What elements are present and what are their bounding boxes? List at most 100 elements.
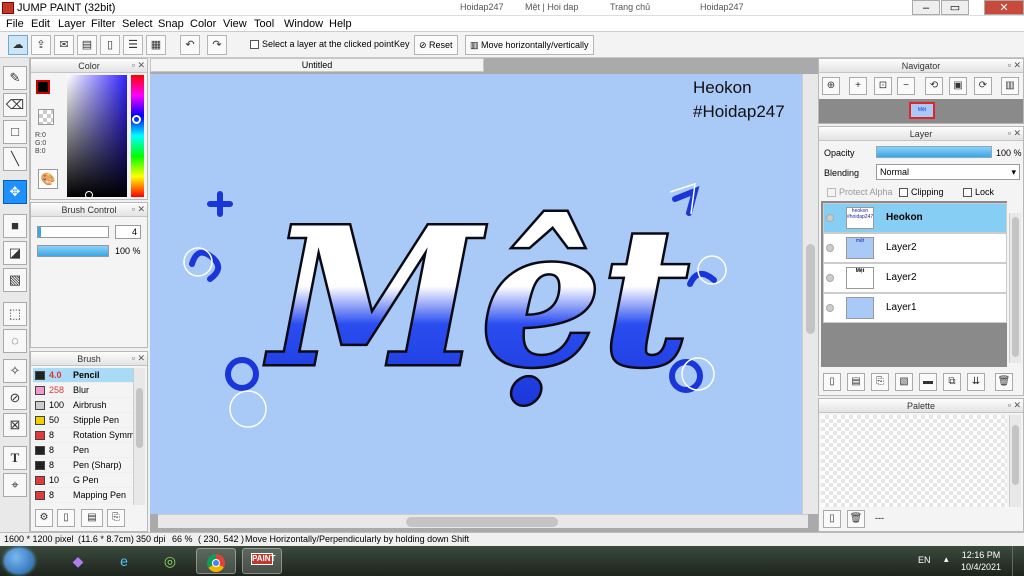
- rotate-right-icon[interactable]: ⟳: [974, 77, 992, 95]
- magic-wand-icon[interactable]: ✧: [3, 359, 27, 383]
- select-layer-option[interactable]: Select a layer at the clicked point: [246, 35, 398, 55]
- panel-controls-icon[interactable]: ▫ ✕: [132, 60, 145, 71]
- text-tool-icon[interactable]: T: [3, 446, 27, 470]
- grid-icon[interactable]: ▦: [146, 35, 166, 55]
- brush-item-airbrush[interactable]: 100 Airbrush: [33, 398, 133, 413]
- jump-paint-taskbar-button[interactable]: PAINT: [242, 548, 282, 574]
- fill-rect-tool-icon[interactable]: ■: [3, 214, 27, 238]
- layer-row[interactable]: Mệt Layer2: [823, 263, 1007, 293]
- lock-checkbox[interactable]: [963, 188, 972, 198]
- lock-option[interactable]: Lock: [963, 187, 994, 198]
- bucket-tool-icon[interactable]: ◪: [3, 241, 27, 265]
- new-layer-icon[interactable]: ▯: [823, 373, 841, 391]
- gradient-tool-icon[interactable]: ▧: [3, 268, 27, 292]
- lasso-select-icon[interactable]: ◌: [3, 329, 27, 353]
- layer-row[interactable]: Layer1: [823, 293, 1007, 323]
- menu-file[interactable]: File: [6, 18, 24, 30]
- folder-icon[interactable]: ▬: [919, 373, 937, 391]
- new-layer-folder-icon[interactable]: ▤: [847, 373, 865, 391]
- move-hv-button[interactable]: ▥ Move horizontally/vertically: [465, 35, 594, 55]
- delete-palette-color-icon[interactable]: 🗑: [847, 510, 865, 528]
- menu-window[interactable]: Window: [284, 18, 323, 30]
- rotate-left-icon[interactable]: ⟲: [925, 77, 943, 95]
- duplicate-layer-icon[interactable]: ⧉: [943, 373, 961, 391]
- panel-controls-icon[interactable]: ▫ ✕: [1008, 400, 1021, 411]
- brush-list-scrollbar[interactable]: [133, 368, 145, 505]
- hue-handle[interactable]: [132, 115, 141, 124]
- palette-scrollbar[interactable]: [1009, 415, 1021, 507]
- scroll-thumb[interactable]: [406, 517, 558, 527]
- protect-alpha-option[interactable]: Protect Alpha: [827, 187, 893, 198]
- canvas-vertical-scrollbar[interactable]: [802, 74, 818, 514]
- layer-opacity-slider[interactable]: [876, 146, 992, 158]
- brush-size-input[interactable]: 4: [115, 225, 141, 239]
- show-desktop-button[interactable]: [1012, 546, 1024, 576]
- line-tool-icon[interactable]: ╲: [3, 147, 27, 171]
- rect-select-icon[interactable]: ⬚: [3, 302, 27, 326]
- menu-color[interactable]: Color: [190, 18, 216, 30]
- protect-alpha-checkbox[interactable]: [827, 188, 836, 198]
- start-button[interactable]: [4, 548, 34, 574]
- menu-select[interactable]: Select: [122, 18, 153, 30]
- brush-item-pen-sharp[interactable]: 8 Pen (Sharp): [33, 458, 133, 473]
- app-green-icon[interactable]: ◎: [150, 548, 190, 574]
- visual-studio-icon[interactable]: ◆: [58, 548, 98, 574]
- select-pen-icon[interactable]: ⊘: [3, 386, 27, 410]
- select-layer-checkbox[interactable]: [250, 40, 259, 50]
- brush-item-blur[interactable]: 258 Blur: [33, 383, 133, 398]
- share-icon[interactable]: ⇪: [31, 35, 51, 55]
- layer-row[interactable]: heokon #hoidap247 Heokon: [823, 203, 1007, 233]
- list-icon[interactable]: ☰: [123, 35, 143, 55]
- merge-layer-icon[interactable]: ⇊: [967, 373, 985, 391]
- tray-arrow-icon[interactable]: ▴: [944, 554, 949, 565]
- scroll-thumb[interactable]: [806, 244, 815, 334]
- layer-list-scrollbar[interactable]: [1009, 213, 1021, 363]
- brush-item-rotation-symm[interactable]: 8 Rotation Symm: [33, 428, 133, 443]
- reset-button[interactable]: ⊘ Reset: [414, 35, 458, 55]
- brush-opacity-slider[interactable]: [37, 245, 109, 257]
- menu-help[interactable]: Help: [329, 18, 352, 30]
- panel-controls-icon[interactable]: ▫ ✕: [1008, 60, 1021, 71]
- scroll-thumb[interactable]: [136, 388, 143, 448]
- canvas-horizontal-scrollbar[interactable]: [158, 514, 808, 528]
- menu-tool[interactable]: Tool: [254, 18, 274, 30]
- palette-icon[interactable]: 🎨: [38, 169, 58, 189]
- scroll-thumb[interactable]: [1012, 425, 1019, 485]
- menu-filter[interactable]: Filter: [91, 18, 115, 30]
- eraser-tool-icon[interactable]: ⌫: [3, 93, 27, 117]
- saturation-value-picker[interactable]: [67, 75, 127, 199]
- language-indicator[interactable]: EN: [918, 555, 931, 565]
- drawing-canvas[interactable]: Mệt Heokon #Hoidap247: [150, 74, 802, 514]
- hue-slider[interactable]: [131, 75, 144, 197]
- menu-view[interactable]: View: [223, 18, 247, 30]
- new-layer-ext-icon[interactable]: ⎘: [871, 373, 889, 391]
- panel-controls-icon[interactable]: ▫ ✕: [1008, 128, 1021, 139]
- copy-brush-icon[interactable]: ▤: [81, 509, 103, 527]
- palette-swatches[interactable]: [821, 415, 1007, 507]
- zoom-in-icon[interactable]: +: [849, 77, 867, 95]
- panel-controls-icon[interactable]: ▫ ✕: [132, 353, 145, 364]
- redo-icon[interactable]: ↷: [207, 35, 227, 55]
- navigator-preview[interactable]: Mệt: [819, 99, 1023, 123]
- clipping-option[interactable]: Clipping: [899, 187, 944, 198]
- internet-explorer-icon[interactable]: e: [104, 548, 144, 574]
- document-icon[interactable]: ▯: [100, 35, 120, 55]
- new-palette-color-icon[interactable]: ▯: [823, 510, 841, 528]
- clipping-checkbox[interactable]: [899, 188, 908, 198]
- visibility-eye-icon[interactable]: [826, 274, 834, 282]
- document-tab[interactable]: Untitled: [150, 58, 484, 72]
- brush-item-pencil[interactable]: 4.0 Pencil: [33, 368, 133, 383]
- maximize-button[interactable]: ▭: [941, 0, 969, 15]
- brush-item-mapping-pen[interactable]: 8 Mapping Pen: [33, 488, 133, 503]
- comment-icon[interactable]: ✉: [54, 35, 74, 55]
- close-button[interactable]: ✕: [984, 0, 1024, 15]
- color-picker-handle[interactable]: [85, 191, 93, 199]
- brush-file-icon[interactable]: ⎘: [107, 509, 125, 527]
- brush-settings-icon[interactable]: ⚙: [35, 509, 53, 527]
- visibility-eye-icon[interactable]: [826, 214, 834, 222]
- brush-size-slider[interactable]: [37, 226, 109, 238]
- visibility-eye-icon[interactable]: [826, 244, 834, 252]
- halftone-layer-icon[interactable]: ▧: [895, 373, 913, 391]
- delete-layer-icon[interactable]: 🗑: [995, 373, 1013, 391]
- zoom-actual-icon[interactable]: ⊡: [874, 77, 892, 95]
